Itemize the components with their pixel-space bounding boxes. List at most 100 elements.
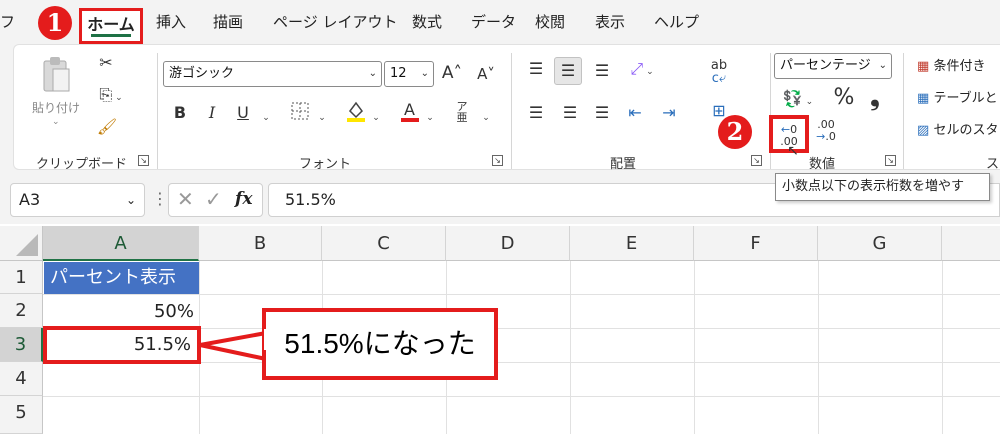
tab-home[interactable]: ホーム [79, 8, 143, 44]
alignment-launcher-icon[interactable]: ↘ [751, 155, 762, 166]
tab-draw[interactable]: 描画 [213, 11, 243, 32]
align-bottom-icon[interactable]: ☰ [592, 61, 612, 80]
tab-file[interactable]: フ [0, 11, 15, 32]
align-top-icon[interactable]: ☰ [526, 59, 546, 78]
underline-button[interactable]: U [235, 103, 251, 122]
chevron-down-icon[interactable]: ⌄ [480, 105, 492, 124]
chevron-down-icon[interactable]: ⌄ [316, 105, 328, 124]
tab-review[interactable]: 校閲 [535, 11, 565, 32]
border-icon[interactable] [288, 101, 312, 125]
fill-color-icon[interactable] [344, 99, 368, 127]
row-header-2[interactable]: 2 [0, 294, 43, 328]
font-color-icon[interactable]: A [398, 99, 422, 127]
italic-button[interactable]: I [204, 103, 220, 122]
column-header-e[interactable]: E [570, 226, 694, 261]
copy-icon[interactable]: ⎘ ⌄ [94, 85, 128, 105]
accounting-format-icon[interactable]: 💱 ⌄ [778, 89, 818, 108]
align-middle-icon[interactable]: ☰ [554, 57, 582, 85]
font-size-value: 12 [390, 66, 407, 81]
chevron-down-icon[interactable]: ⌄ [260, 105, 272, 124]
tooltip: 小数点以下の表示桁数を増やす [775, 173, 990, 201]
font-group-label: フォント [299, 157, 352, 172]
format-as-table-button[interactable]: ▦ テーブルと [917, 87, 998, 106]
callout-pointer [198, 331, 268, 361]
column-header-f[interactable]: F [694, 226, 818, 261]
phonetic-guide-icon[interactable]: ア亜 [452, 101, 472, 123]
paste-icon[interactable] [41, 55, 71, 95]
separator [903, 53, 904, 169]
select-all-button[interactable] [0, 226, 43, 261]
orientation-icon[interactable]: ⤢ ⌄ [624, 59, 660, 79]
row-header-4[interactable]: 4 [0, 362, 43, 396]
paste-dropdown-chevron-icon[interactable]: ⌄ [52, 117, 60, 127]
name-box[interactable]: A3 ⌄ [10, 183, 145, 217]
column-header-b[interactable]: B [199, 226, 322, 261]
chevron-down-icon[interactable]: ⌄ [424, 105, 436, 124]
cell-a1[interactable]: パーセント表示 [44, 262, 199, 294]
styles-group-label: ス [986, 157, 1000, 172]
gridline [570, 261, 571, 434]
row-header-1[interactable]: 1 [0, 261, 43, 294]
increase-font-size-icon[interactable]: A˄ [440, 63, 464, 83]
insert-function-button[interactable]: fx [235, 189, 252, 209]
mouse-cursor-icon: ↖ [787, 143, 799, 159]
column-header-h[interactable] [942, 226, 1000, 261]
decrease-decimal-button[interactable]: .00 →.0 [812, 119, 840, 143]
formula-buttons: ✕ ✓ fx [168, 183, 263, 217]
number-format-value: パーセンテージ [780, 58, 871, 73]
align-left-icon[interactable]: ☰ [526, 103, 546, 122]
enter-icon[interactable]: ✓ [205, 187, 222, 211]
gridline [694, 261, 695, 434]
increase-indent-icon[interactable]: ⇥ [658, 103, 680, 122]
paste-button-label[interactable]: 貼り付け [32, 99, 80, 116]
tab-help[interactable]: ヘルプ [654, 11, 699, 32]
chevron-down-icon[interactable]: ⌄ [370, 105, 382, 124]
active-tab-underline [91, 34, 131, 37]
tab-page-layout[interactable]: ページ レイアウト [273, 11, 397, 32]
font-size-select[interactable]: 12 ⌄ [384, 61, 434, 87]
column-header-d[interactable]: D [446, 226, 570, 261]
font-launcher-icon[interactable]: ↘ [492, 155, 503, 166]
callout-joint [264, 329, 268, 350]
row-header-3[interactable]: 3 [0, 328, 43, 362]
percent-style-button[interactable]: % [832, 85, 856, 110]
number-format-select[interactable]: パーセンテージ ⌄ [774, 53, 892, 79]
clipboard-launcher-icon[interactable]: ↘ [138, 155, 149, 166]
cell-styles-label: セルのスタ [933, 123, 999, 138]
more-options-icon[interactable]: ⋮ [152, 189, 168, 208]
tab-view[interactable]: 表示 [595, 11, 625, 32]
chevron-down-icon: ⌄ [368, 68, 377, 79]
clipboard-group-label: クリップボード [36, 157, 128, 172]
conditional-formatting-label: 条件付き [933, 59, 986, 74]
align-center-icon[interactable]: ☰ [560, 103, 580, 122]
bold-button[interactable]: B [172, 103, 188, 122]
cancel-icon[interactable]: ✕ [177, 187, 194, 211]
wrap-text-icon[interactable]: ab c⤶ [706, 59, 732, 85]
font-name-select[interactable]: 游ゴシック ⌄ [163, 61, 382, 87]
decrease-font-size-icon[interactable]: A˅ [474, 65, 498, 83]
cut-icon[interactable]: ✂ [96, 53, 116, 72]
separator [511, 53, 512, 169]
cell-a2[interactable]: 50% [44, 295, 198, 328]
conditional-formatting-button[interactable]: ▦ 条件付き [917, 55, 985, 74]
row-header-5[interactable]: 5 [0, 396, 43, 434]
alignment-group-label: 配置 [610, 157, 637, 172]
comma-style-button[interactable]: ❟ [868, 83, 882, 111]
decrease-indent-icon[interactable]: ⇤ [624, 103, 646, 122]
callout-box: 51.5%になった [262, 308, 498, 380]
format-as-table-label: テーブルと [933, 91, 998, 106]
cell-styles-icon: ▨ [917, 123, 930, 138]
format-painter-icon[interactable]: 🖌 [96, 117, 118, 136]
cell-styles-button[interactable]: ▨ セルのスタ [917, 119, 998, 138]
tab-formulas[interactable]: 数式 [412, 11, 442, 32]
tab-insert[interactable]: 挿入 [156, 11, 186, 32]
column-header-a[interactable]: A [43, 226, 199, 261]
chevron-down-icon[interactable]: ⌄ [126, 184, 136, 216]
tab-data[interactable]: データ [471, 11, 516, 32]
column-header-c[interactable]: C [322, 226, 446, 261]
number-launcher-icon[interactable]: ↘ [885, 155, 896, 166]
step-badge-1: 1 [38, 6, 72, 40]
column-header-g[interactable]: G [818, 226, 942, 261]
align-right-icon[interactable]: ☰ [592, 103, 612, 122]
cell-a3[interactable]: 51.5% [43, 326, 201, 364]
